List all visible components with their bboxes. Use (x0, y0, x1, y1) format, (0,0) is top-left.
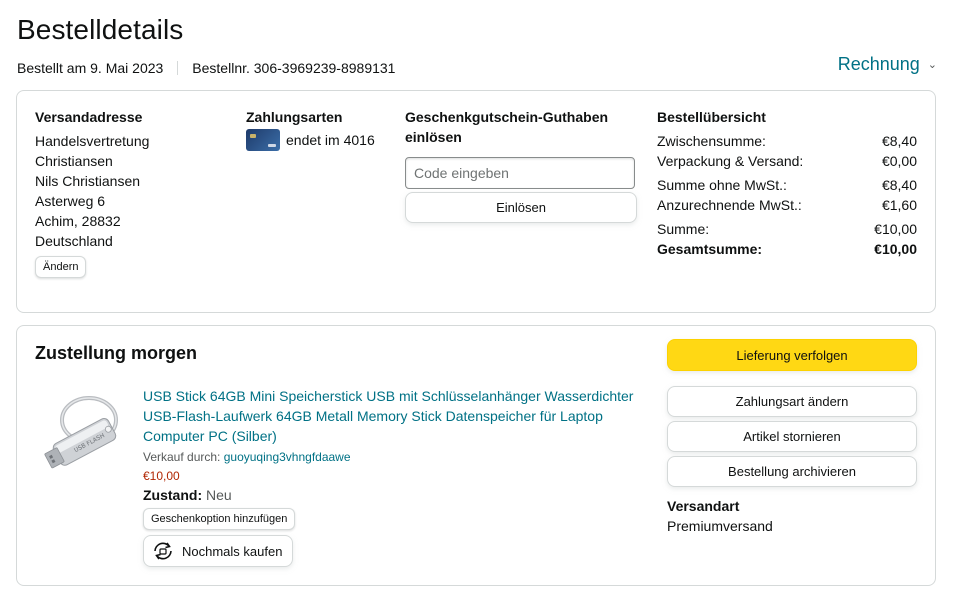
product-title-link[interactable]: USB Stick 64GB Mini Speicherstick USB mi… (143, 386, 643, 446)
summary-label: Summe ohne MwSt.: (657, 177, 787, 193)
buy-again-icon (154, 542, 172, 560)
summary-row-shipping: Verpackung & Versand: €0,00 (657, 151, 917, 171)
order-date: Bestellt am 9. Mai 2023 (17, 60, 164, 76)
summary-value: €10,00 (874, 221, 917, 237)
card-ending: endet im 4016 (286, 132, 375, 148)
invoice-label: Rechnung (837, 54, 920, 74)
seller-line: Verkauf durch: guoyuqing3vhngfdaawe (143, 450, 643, 464)
gift-code-input[interactable] (405, 157, 635, 189)
summary-total-label: Gesamtsumme: (657, 241, 763, 257)
order-summary-heading: Bestellübersicht (657, 109, 766, 125)
address-block: Handelsvertretung Christiansen Nils Chri… (35, 131, 149, 251)
summary-row-subtotal: Zwischensumme: €8,40 (657, 131, 917, 151)
shipping-method-value: Premiumversand (667, 518, 773, 534)
summary-value: €8,40 (881, 133, 917, 149)
summary-label: Summe: (657, 221, 710, 237)
address-line: Handelsvertretung (35, 133, 150, 149)
payment-heading: Zahlungsarten (246, 109, 343, 125)
shipment-actions: Lieferung verfolgen Zahlungsart ändern A… (667, 339, 917, 534)
summary-label: Anzurechnende MwSt.: (657, 197, 802, 213)
item-condition: Zustand: Neu (143, 487, 643, 503)
summary-value: €8,40 (881, 177, 917, 193)
address-line: Achim, 28832 (35, 213, 121, 229)
order-info-card: Versandadresse Handelsvertretung Christi… (16, 90, 936, 313)
chevron-down-icon: ⌄ (927, 59, 937, 71)
product-info: USB Stick 64GB Mini Speicherstick USB mi… (143, 386, 643, 567)
shipping-method-heading: Versandart (667, 498, 740, 514)
track-delivery-button[interactable]: Lieferung verfolgen (667, 339, 917, 371)
summary-label: Verpackung & Versand: (657, 153, 804, 169)
buy-again-label: Nochmals kaufen (182, 543, 283, 559)
change-address-button[interactable]: Ändern (35, 256, 87, 278)
product-image[interactable]: USB FLASH (39, 386, 129, 476)
usb-stick-image: USB FLASH (44, 396, 118, 469)
order-number: Bestellnr. 306-3969239-8989131 (192, 60, 396, 76)
sold-by-label: Verkauf durch: (143, 450, 221, 464)
summary-total-value: €10,00 (874, 241, 917, 257)
shipping-address-heading: Versandadresse (35, 109, 143, 125)
summary-row-total: Gesamtsumme: €10,00 (657, 239, 917, 259)
summary-row-net: Summe ohne MwSt.: €8,40 (657, 175, 917, 195)
summary-row-sum: Summe: €10,00 (657, 219, 917, 239)
credit-card-icon (246, 129, 280, 151)
order-summary: Bestellübersicht Zwischensumme: €8,40 Ve… (657, 107, 917, 259)
condition-value: Neu (206, 487, 232, 503)
summary-value: €0,00 (881, 153, 917, 169)
item-price: €10,00 (143, 469, 180, 483)
address-line: Asterweg 6 (35, 193, 106, 209)
shipping-address-section: Versandadresse Handelsvertretung Christi… (35, 107, 149, 278)
meta-divider (177, 61, 179, 75)
summary-label: Zwischensumme: (657, 133, 766, 149)
gift-card-section: Geschenkgutschein-Guthaben einlösen Einl… (405, 107, 645, 223)
add-gift-option-button[interactable]: Geschenkoption hinzufügen (143, 508, 296, 530)
cancel-item-button[interactable]: Artikel stornieren (667, 421, 917, 452)
archive-order-button[interactable]: Bestellung archivieren (667, 456, 917, 487)
gift-card-heading: Geschenkgutschein-Guthaben einlösen (405, 109, 609, 145)
summary-value: €1,60 (881, 197, 917, 213)
redeem-button[interactable]: Einlösen (405, 192, 637, 223)
delivery-status-title: Zustellung morgen (35, 343, 197, 363)
page-title: Bestelldetails (17, 14, 184, 45)
summary-row-vat: Anzurechnende MwSt.: €1,60 (657, 195, 917, 215)
payment-method: endet im 4016 (246, 129, 375, 151)
buy-again-button[interactable]: Nochmals kaufen (143, 535, 294, 567)
payment-section: Zahlungsarten endet im 4016 (246, 107, 375, 151)
seller-link[interactable]: guoyuqing3vhngfdaawe (224, 450, 351, 464)
shipment-card: Zustellung morgen USB FLASH USB Stick 64… (16, 325, 936, 586)
invoice-dropdown[interactable]: Rechnung ⌄ (838, 54, 937, 75)
order-meta: Bestellt am 9. Mai 2023 Bestellnr. 306-3… (17, 60, 395, 76)
address-line: Nils Christiansen (35, 173, 141, 189)
address-line: Deutschland (35, 233, 113, 249)
address-line: Christiansen (35, 153, 113, 169)
change-payment-button[interactable]: Zahlungsart ändern (667, 386, 917, 417)
condition-label: Zustand: (143, 487, 203, 503)
